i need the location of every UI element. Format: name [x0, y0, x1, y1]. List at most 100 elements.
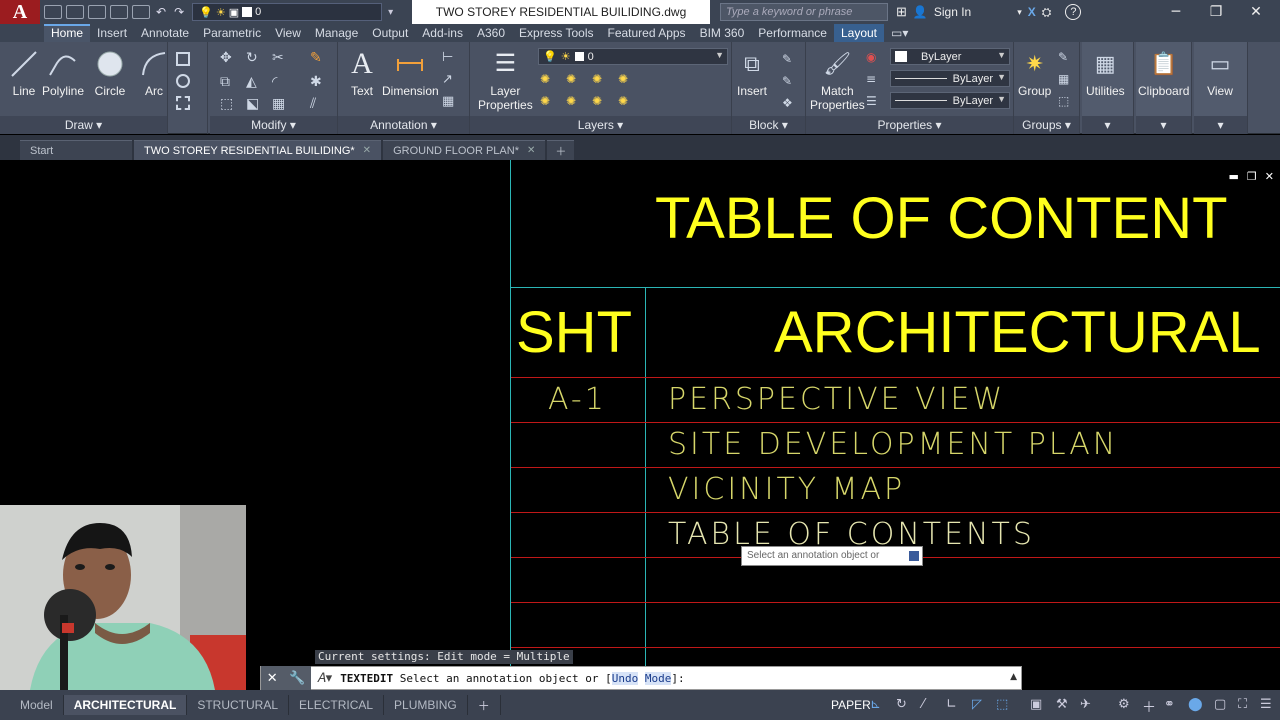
trim-icon[interactable]: ✂ [272, 50, 286, 66]
hatch-icon[interactable] [176, 96, 190, 110]
layer-off-icon[interactable]: ✺ [618, 72, 632, 86]
file-tab-ground-floor[interactable]: GROUND FLOOR PLAN* ✕ [383, 140, 546, 160]
modify-panel-title[interactable]: Modify ▾ [210, 116, 337, 134]
tab-add-ins[interactable]: Add-ins [415, 24, 470, 42]
layer-unisolate-icon[interactable]: ✺ [618, 94, 632, 108]
tab-express-tools[interactable]: Express Tools [512, 24, 600, 42]
command-history-toggle-icon[interactable]: ▲ [1010, 672, 1017, 682]
table-heading[interactable]: TABLE OF CONTENT [655, 185, 1228, 252]
tab-view[interactable]: View [268, 24, 308, 42]
color-dropdown[interactable]: ByLayer ▼ [890, 48, 1010, 65]
group-edit-icon[interactable]: ▦ [1058, 72, 1072, 86]
erase-icon[interactable]: ✎ [310, 50, 324, 66]
layout-tab-electrical[interactable]: ELECTRICAL [289, 695, 385, 715]
group-tool[interactable]: ✷ Group [1018, 48, 1051, 99]
layout-tab-model[interactable]: Model [0, 695, 64, 715]
command-input[interactable]: TEXTEDIT Select an annotation object or … [332, 671, 685, 685]
stretch-icon[interactable]: ⬚ [220, 96, 234, 112]
layer-state-icon[interactable]: ✺ [540, 72, 554, 86]
snap-icon[interactable]: ⊾ [870, 697, 886, 713]
paper-space-toggle[interactable]: PAPER [826, 695, 876, 715]
connect-icon[interactable]: ⛭ [1042, 5, 1052, 20]
redo-icon[interactable]: ↷ [174, 5, 184, 19]
sign-in-button[interactable]: Sign In [934, 5, 971, 19]
close-tab-icon[interactable]: ✕ [363, 145, 371, 156]
layer-iso-icon[interactable]: ✺ [566, 72, 580, 86]
rotate-icon[interactable]: ↻ [246, 50, 260, 66]
hardware-acceleration-icon[interactable]: ⬤ [1188, 697, 1204, 713]
help-button[interactable]: ? [1065, 4, 1082, 20]
layer-match-icon[interactable]: ✺ [566, 94, 580, 108]
undo-option[interactable]: Undo [611, 671, 639, 685]
view-tool[interactable]: ▭ View [1204, 48, 1236, 99]
sheet-title[interactable]: SITE DEVELOPMENT PLAN [668, 427, 1118, 462]
qat-dropdown-icon[interactable]: ▾ [388, 7, 393, 18]
exchange-icon[interactable]: X [1028, 5, 1036, 19]
tab-insert[interactable]: Insert [90, 24, 134, 42]
layer-previous-icon[interactable]: ✺ [592, 94, 606, 108]
layout-tab-plumbing[interactable]: PLUMBING [384, 695, 468, 715]
binoculars-icon[interactable]: ⊞ [896, 4, 907, 20]
utilities-expand[interactable]: ▾ [1082, 116, 1133, 134]
osnap-icon[interactable]: ◸ [972, 697, 988, 713]
ungroup-icon[interactable]: ✎ [1058, 50, 1072, 64]
scale-icon[interactable]: ⬕ [246, 96, 260, 112]
clipboard-expand[interactable]: ▾ [1136, 116, 1191, 134]
layer-properties-tool[interactable]: ☰ Layer Properties [478, 48, 533, 113]
layout-tab-structural[interactable]: STRUCTURAL [187, 695, 290, 715]
close-tab-icon[interactable]: ✕ [527, 145, 535, 156]
layers-panel-title[interactable]: Layers ▾ [470, 116, 731, 134]
command-line[interactable]: ✕ 🔧 𝐴▾ TEXTEDIT Select an annotation obj… [260, 666, 1022, 690]
groups-panel-title[interactable]: Groups ▾ [1014, 116, 1079, 134]
array-icon[interactable]: ▦ [272, 96, 286, 112]
layer-lock-icon[interactable]: ✺ [540, 94, 554, 108]
lineweight-dropdown[interactable]: ByLayer ▼ [890, 92, 1010, 109]
customization-menu-icon[interactable]: ☰ [1260, 697, 1276, 713]
edit-block-icon[interactable]: ✎ [782, 74, 796, 88]
save-as-icon[interactable] [110, 5, 128, 19]
layer-quick-dropdown[interactable]: 💡 ☀ ▣ 0 [192, 3, 383, 21]
clean-screen-icon[interactable]: ▢ [1214, 697, 1230, 713]
wrench-icon[interactable]: 🔧 [289, 671, 305, 686]
line-tool[interactable]: Line [8, 48, 40, 98]
leader-icon[interactable]: ↗ [442, 72, 456, 87]
file-tab-two-storey[interactable]: TWO STOREY RESIDENTIAL BUILIDING* ✕ [134, 140, 382, 160]
layout-tab-architectural[interactable]: ARCHITECTURAL [63, 695, 188, 715]
fillet-icon[interactable]: ◜ [272, 74, 286, 90]
annotation-scale-icon[interactable]: ✈ [1080, 697, 1096, 713]
isodraft-icon[interactable]: ⁄ [922, 697, 938, 713]
save-icon[interactable] [88, 5, 106, 19]
rectangle-icon[interactable] [176, 52, 190, 66]
sheet-number[interactable]: A-1 [548, 382, 607, 417]
viewport-close-icon[interactable]: ✕ [1265, 170, 1274, 183]
block-panel-title[interactable]: Block ▾ [732, 116, 805, 134]
view-panel[interactable]: ▭ View ▾ [1194, 42, 1248, 134]
tab-output[interactable]: Output [365, 24, 415, 42]
dimension-tool[interactable]: Dimension [382, 48, 439, 98]
open-file-icon[interactable] [66, 5, 84, 19]
tab-parametric[interactable]: Parametric [196, 24, 268, 42]
tab-a360[interactable]: A360 [470, 24, 512, 42]
sheet-title[interactable]: PERSPECTIVE VIEW [668, 382, 1005, 417]
print-icon[interactable] [132, 5, 150, 19]
insert-block-tool[interactable]: ⧉ Insert [736, 48, 768, 99]
selection-cycling-icon[interactable]: ⚒ [1056, 697, 1072, 713]
create-block-icon[interactable]: ✎ [782, 52, 796, 66]
utilities-tool[interactable]: ▦ Utilities [1086, 48, 1125, 99]
close-icon[interactable]: ✕ [267, 671, 278, 686]
move-icon[interactable]: ✥ [220, 50, 234, 66]
new-tab-button[interactable]: ＋ [547, 140, 575, 160]
minimize-button[interactable]: ─ [1156, 0, 1196, 24]
plus-icon[interactable]: ＋ [1142, 697, 1158, 716]
layer-freeze-icon[interactable]: ✺ [592, 72, 606, 86]
copy-icon[interactable]: ⧉ [220, 74, 234, 90]
annotation-monitor-icon[interactable]: ▣ [1030, 697, 1046, 713]
application-menu-button[interactable]: A [0, 0, 40, 24]
group-select-icon[interactable]: ⬚ [1058, 94, 1072, 108]
viewport-minimize-icon[interactable]: ▬ [1229, 170, 1239, 183]
clipboard-panel[interactable]: 📋 Clipboard ▾ [1136, 42, 1192, 134]
table-icon[interactable]: ▦ [442, 94, 456, 109]
polyline-tool[interactable]: Polyline [42, 48, 84, 98]
linetype-dropdown[interactable]: ByLayer ▼ [890, 70, 1010, 87]
ribbon-options-icon[interactable]: ▭▾ [884, 24, 915, 42]
